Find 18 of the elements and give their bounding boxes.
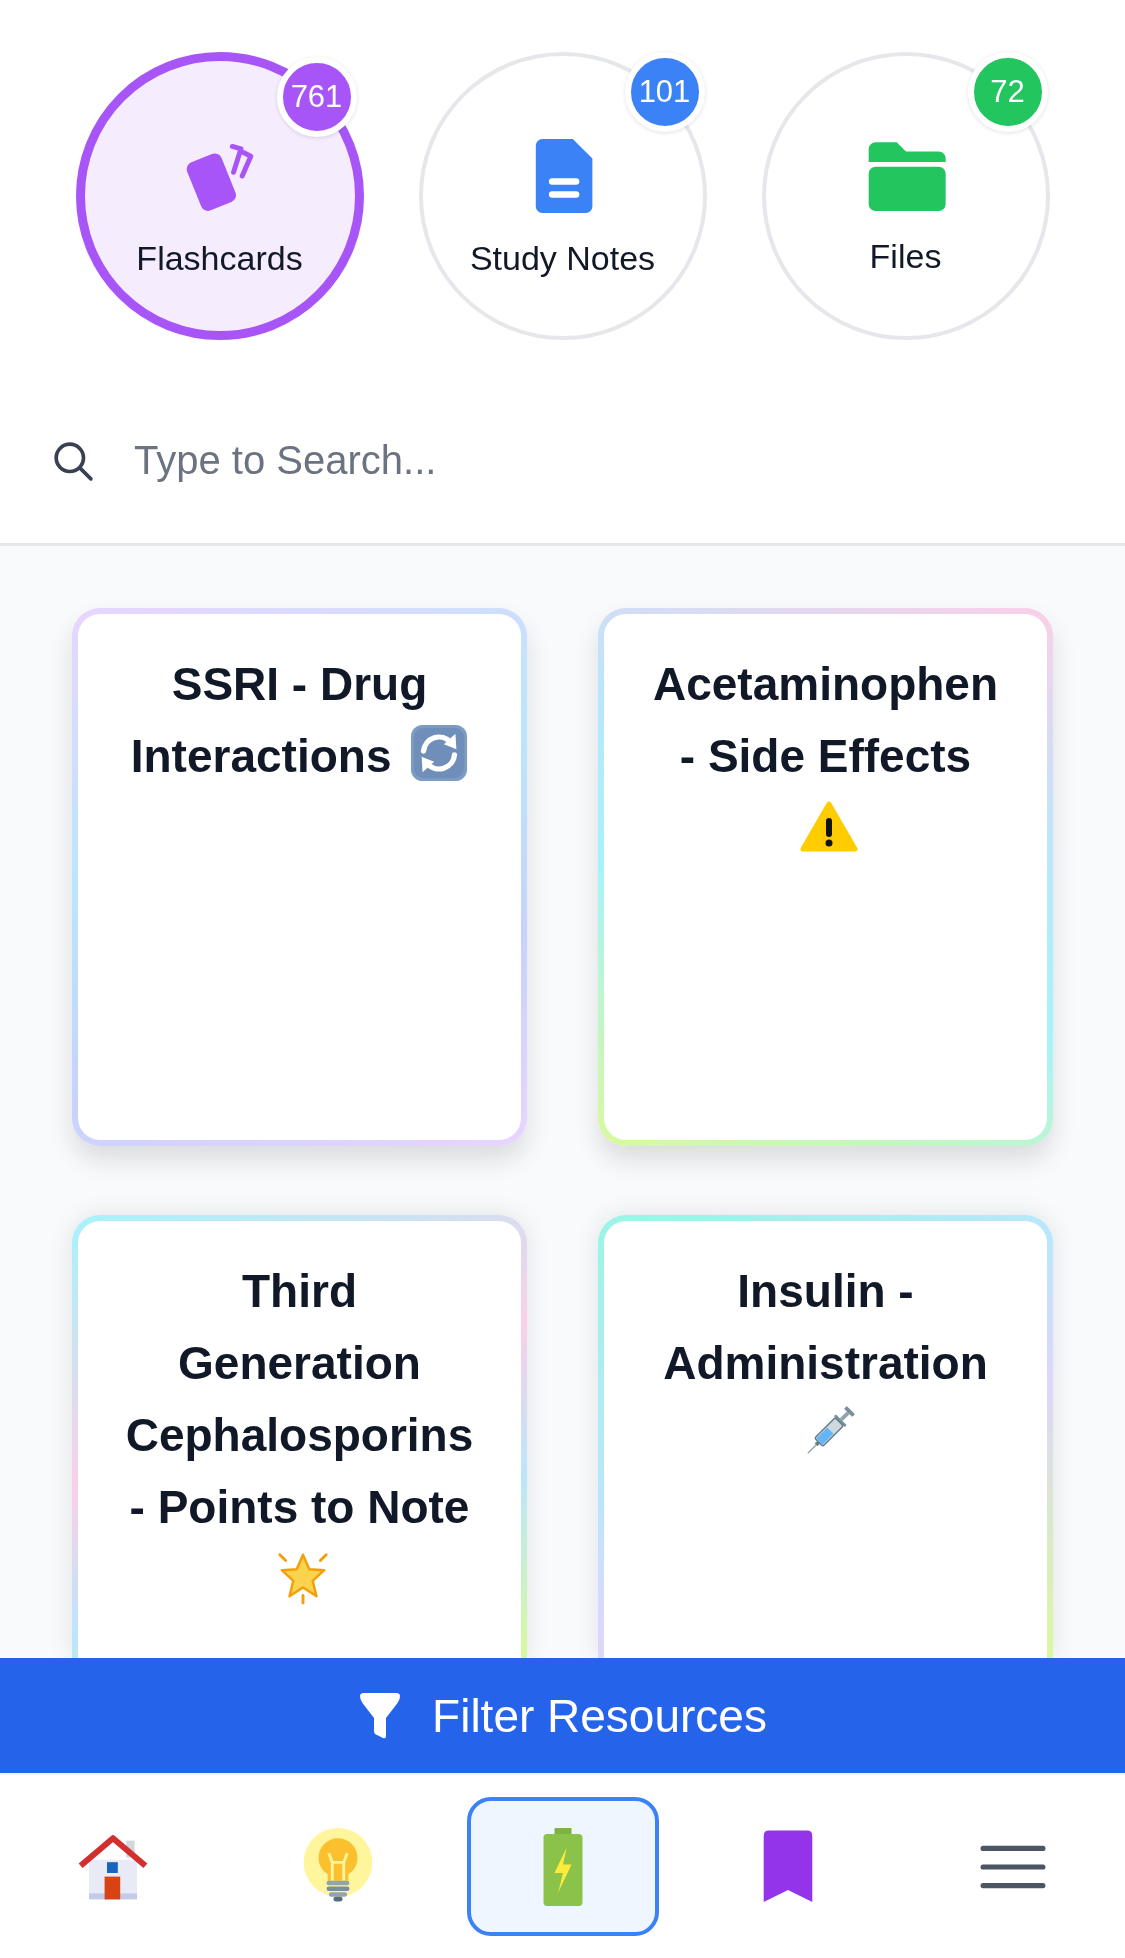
card-title: SSRI - Drug Interactions bbox=[130, 658, 428, 782]
card-title: Insulin - Administration bbox=[663, 1265, 988, 1389]
arrows-cycle-icon bbox=[410, 724, 469, 782]
category-button[interactable]: Study Notes 101 bbox=[418, 52, 707, 340]
warning-icon bbox=[798, 800, 859, 854]
search-icon bbox=[52, 439, 94, 482]
funnel-icon bbox=[358, 1691, 403, 1740]
card-title: Acetaminophen - Side Effects bbox=[652, 658, 998, 782]
house-icon bbox=[76, 1832, 149, 1901]
category-button[interactable]: Files 72 bbox=[761, 52, 1050, 340]
nav-tab[interactable] bbox=[466, 1797, 659, 1936]
nav-tab[interactable] bbox=[979, 1843, 1046, 1890]
nav-tab[interactable] bbox=[76, 1832, 149, 1901]
category-button[interactable]: Flashcards 761 bbox=[75, 52, 364, 340]
search-field[interactable]: Type to Search... bbox=[134, 434, 1073, 487]
card-title: Third Generation Cephalosporins - Points to Note bbox=[125, 1265, 474, 1533]
menu-icon bbox=[979, 1843, 1046, 1890]
filter-button[interactable]: Filter Resources bbox=[0, 1658, 1125, 1773]
